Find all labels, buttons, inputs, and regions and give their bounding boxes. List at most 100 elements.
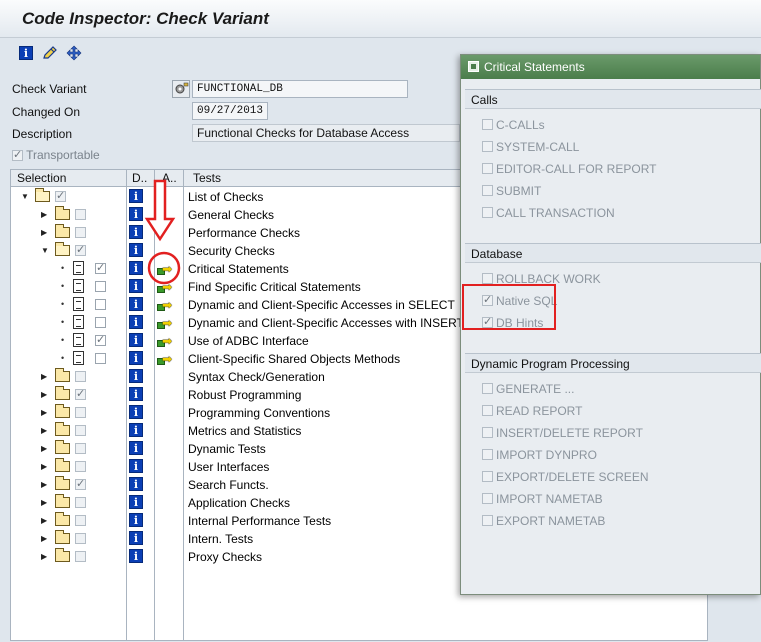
documentation-button[interactable]: i — [129, 423, 143, 437]
info-icon: i — [129, 423, 143, 437]
checkbox-icon — [482, 515, 493, 527]
test-label: Syntax Check/Generation — [188, 370, 325, 384]
row-select-checkbox[interactable] — [75, 515, 86, 526]
option-checkbox[interactable]: CALL TRANSACTION — [482, 206, 615, 220]
option-checkbox[interactable]: INSERT/DELETE REPORT — [482, 426, 643, 440]
row-select-checkbox[interactable] — [55, 189, 66, 202]
expand-icon[interactable]: ▶ — [41, 372, 47, 381]
dialog-title-bar[interactable]: Critical Statements — [461, 55, 760, 79]
info-icon: i — [129, 261, 143, 275]
row-select-checkbox[interactable] — [75, 477, 86, 490]
row-select-checkbox[interactable] — [75, 387, 86, 400]
attributes-button[interactable]: ➡ — [157, 315, 173, 331]
info-button[interactable]: i — [17, 44, 35, 62]
folder-icon — [55, 440, 70, 454]
documentation-button[interactable]: i — [129, 279, 143, 293]
attributes-button[interactable]: ➡ — [157, 297, 173, 313]
expand-icon[interactable]: ▶ — [41, 210, 47, 219]
documentation-button[interactable]: i — [129, 333, 143, 347]
test-label: Dynamic Tests — [188, 442, 266, 456]
transportable-checkbox[interactable]: Transportable — [12, 148, 100, 162]
attributes-button[interactable]: ➡ — [157, 333, 173, 349]
row-select-checkbox[interactable] — [75, 227, 86, 238]
documentation-button[interactable]: i — [129, 495, 143, 509]
option-label: INSERT/DELETE REPORT — [496, 426, 643, 440]
row-select-checkbox[interactable] — [75, 209, 86, 220]
documentation-button[interactable]: i — [129, 513, 143, 527]
documentation-button[interactable]: i — [129, 225, 143, 239]
option-checkbox[interactable]: READ REPORT — [482, 404, 582, 418]
row-select-checkbox[interactable] — [95, 333, 106, 346]
description-field[interactable]: Functional Checks for Database Access — [192, 124, 460, 142]
option-checkbox[interactable]: EXPORT/DELETE SCREEN — [482, 470, 648, 484]
expand-icon[interactable]: ▶ — [41, 408, 47, 417]
expand-icon[interactable]: ▶ — [41, 498, 47, 507]
transportable-label: Transportable — [26, 148, 100, 162]
option-checkbox[interactable]: C-CALLs — [482, 118, 545, 132]
expand-icon[interactable]: ▶ — [41, 534, 47, 543]
collapse-icon[interactable]: ▼ — [41, 246, 49, 255]
expand-icon[interactable]: ▶ — [41, 426, 47, 435]
documentation-button[interactable]: i — [129, 207, 143, 221]
row-select-checkbox[interactable] — [95, 317, 106, 328]
maintain-attributes-icon: ➡ — [157, 315, 173, 330]
documentation-button[interactable]: i — [129, 369, 143, 383]
test-label: Robust Programming — [188, 388, 302, 402]
option-checkbox[interactable]: IMPORT DYNPRO — [482, 448, 597, 462]
documentation-button[interactable]: i — [129, 297, 143, 311]
option-checkbox[interactable]: SUBMIT — [482, 184, 541, 198]
expand-icon[interactable]: ▶ — [41, 552, 47, 561]
row-select-checkbox[interactable] — [75, 497, 86, 508]
expand-icon[interactable]: ▶ — [41, 480, 47, 489]
attributes-button[interactable]: ➡ — [157, 351, 173, 367]
documentation-button[interactable]: i — [129, 405, 143, 419]
row-select-checkbox[interactable] — [75, 551, 86, 562]
documentation-button[interactable]: i — [129, 261, 143, 275]
info-icon: i — [129, 513, 143, 527]
native-sql-highlight — [462, 284, 556, 330]
checkbox-icon — [482, 405, 493, 417]
row-select-checkbox[interactable] — [95, 299, 106, 310]
row-select-checkbox[interactable] — [95, 261, 106, 274]
documentation-button[interactable]: i — [129, 549, 143, 563]
expand-icon[interactable]: ▶ — [41, 516, 47, 525]
option-checkbox[interactable]: EXPORT NAMETAB — [482, 514, 605, 528]
folder-icon — [55, 422, 70, 436]
row-select-checkbox[interactable] — [95, 353, 106, 364]
row-select-checkbox[interactable] — [75, 371, 86, 382]
documentation-button[interactable]: i — [129, 243, 143, 257]
row-select-checkbox[interactable] — [75, 243, 86, 256]
option-checkbox[interactable]: GENERATE ... — [482, 382, 574, 396]
row-select-checkbox[interactable] — [95, 281, 106, 292]
description-label: Description — [12, 127, 73, 141]
row-select-checkbox[interactable] — [75, 407, 86, 418]
documentation-button[interactable]: i — [129, 351, 143, 365]
row-select-checkbox[interactable] — [75, 443, 86, 454]
documentation-button[interactable]: i — [129, 477, 143, 491]
collapse-icon[interactable]: ▼ — [21, 192, 29, 201]
documentation-button[interactable]: i — [129, 315, 143, 329]
option-checkbox[interactable]: SYSTEM-CALL — [482, 140, 579, 154]
variant-value-help-button[interactable] — [172, 80, 190, 98]
expand-icon[interactable]: ▶ — [41, 444, 47, 453]
hierarchy-icon — [66, 45, 82, 61]
documentation-button[interactable]: i — [129, 387, 143, 401]
row-select-checkbox[interactable] — [75, 533, 86, 544]
expand-icon[interactable]: ▶ — [41, 390, 47, 399]
documentation-button[interactable]: i — [129, 441, 143, 455]
documentation-button[interactable]: i — [129, 531, 143, 545]
row-select-checkbox[interactable] — [75, 425, 86, 436]
documentation-button[interactable]: i — [129, 189, 143, 203]
check-variant-field[interactable]: FUNCTIONAL_DB — [192, 80, 408, 98]
option-checkbox[interactable]: IMPORT NAMETAB — [482, 492, 603, 506]
expand-icon[interactable]: ▶ — [41, 462, 47, 471]
documentation-button[interactable]: i — [129, 459, 143, 473]
expand-icon[interactable]: ▶ — [41, 228, 47, 237]
col-selection-header[interactable]: Selection — [17, 171, 66, 185]
row-select-checkbox[interactable] — [75, 461, 86, 472]
info-icon: i — [129, 189, 143, 203]
option-checkbox[interactable]: EDITOR-CALL FOR REPORT — [482, 162, 656, 176]
edit-button[interactable] — [41, 44, 59, 62]
hierarchy-button[interactable] — [65, 44, 83, 62]
col-tests-header[interactable]: Tests — [193, 171, 221, 185]
